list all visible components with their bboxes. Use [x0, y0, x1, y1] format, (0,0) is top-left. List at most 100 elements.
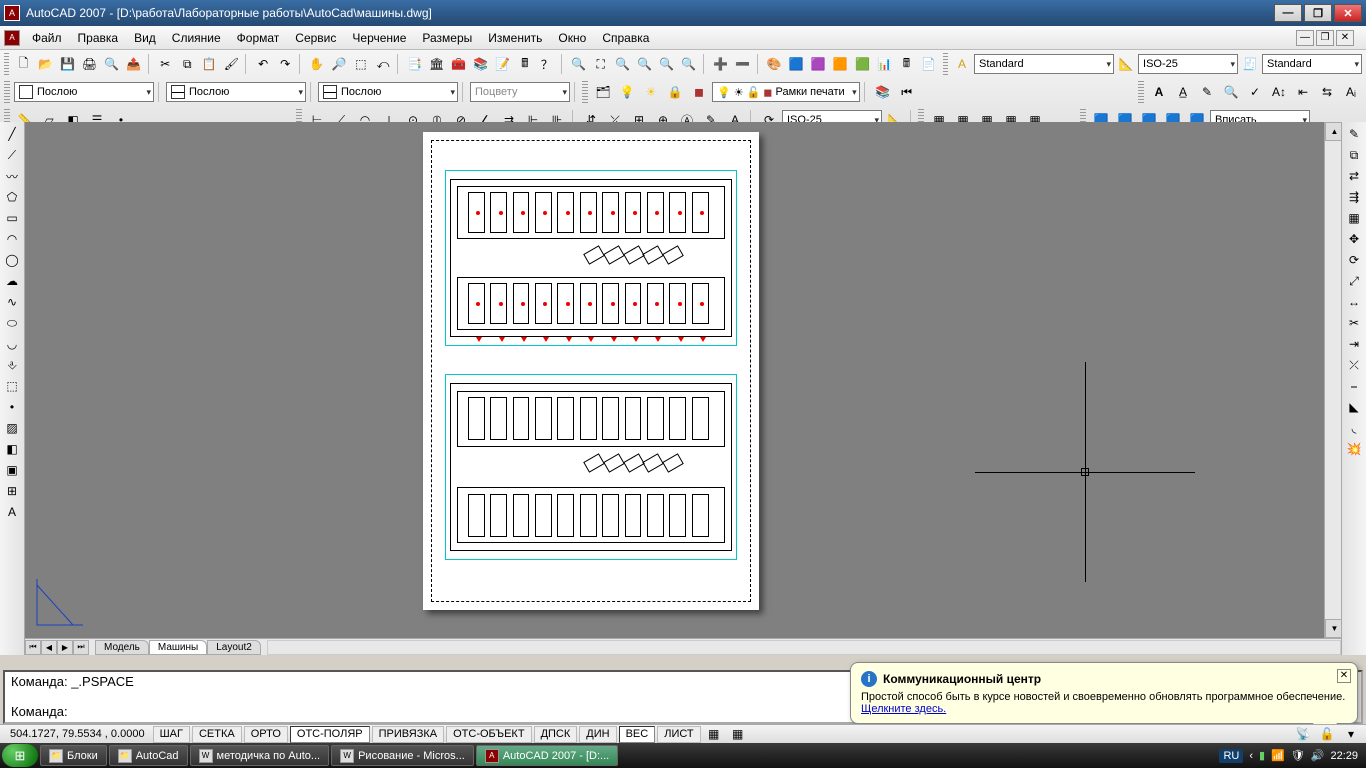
revcloud-tool[interactable]: ☁ — [1, 271, 23, 291]
zoomext-button[interactable]: 🔍 — [569, 53, 589, 75]
xline-tool[interactable]: ⟋ — [1, 145, 23, 165]
move-tool[interactable]: ✥ — [1343, 229, 1365, 249]
menu-help[interactable]: Справка — [594, 29, 657, 47]
dyn-toggle[interactable]: ДИН — [579, 726, 616, 743]
tab-last-button[interactable]: ⏭ — [73, 640, 89, 655]
cut-button[interactable]: ✂ — [155, 53, 175, 75]
tablestyle-combo[interactable]: Standard — [1262, 54, 1362, 74]
mtext-tool[interactable]: A — [1, 502, 23, 522]
zoomscale-button[interactable]: 🔍 — [635, 53, 655, 75]
trim-tool[interactable]: ✂ — [1343, 313, 1365, 333]
statusbar-tray-button[interactable]: ▦ — [703, 723, 725, 745]
lwt-toggle[interactable]: ВЕС — [619, 726, 656, 743]
otrack-toggle[interactable]: ОТС-ОБЪЕКТ — [446, 726, 531, 743]
open-button[interactable]: 📂 — [35, 53, 55, 75]
tab-next-button[interactable]: ▶ — [57, 640, 73, 655]
copy-button[interactable]: ⧉ — [177, 53, 197, 75]
taskbar-item[interactable]: 📁AutoCad — [109, 745, 188, 766]
hatch-tool[interactable]: ▨ — [1, 418, 23, 438]
layer-lock-icon[interactable]: 🔒 — [664, 81, 686, 103]
pan-button[interactable]: ✋ — [307, 53, 327, 75]
text-spell-button[interactable]: ✓ — [1244, 81, 1266, 103]
text-A-button[interactable]: A — [1148, 81, 1170, 103]
block-tool[interactable]: ⬚ — [1, 376, 23, 396]
scale-tool[interactable]: ⤢ — [1343, 271, 1365, 291]
layerstate-button[interactable]: 📚 — [872, 81, 894, 103]
spline-tool[interactable]: ∿ — [1, 292, 23, 312]
ortho-toggle[interactable]: ОРТО — [244, 726, 288, 743]
tray-icon[interactable]: 🛡 — [1291, 749, 1305, 762]
matchprop-button[interactable]: 🖌 — [221, 53, 241, 75]
toolbar-grip[interactable] — [582, 81, 588, 103]
tab-first-button[interactable]: ⏮ — [25, 640, 41, 655]
render2-button[interactable]: 🟦 — [786, 53, 806, 75]
volume-icon[interactable]: 🔊 — [1311, 749, 1325, 762]
layerprev-button[interactable]: ⏮ — [896, 81, 918, 103]
designcenter-button[interactable]: 🏛 — [427, 53, 447, 75]
language-indicator[interactable]: RU — [1219, 749, 1243, 763]
mdi-minimize-button[interactable]: — — [1296, 30, 1314, 46]
lock-icon[interactable]: 🔓 — [1316, 723, 1338, 745]
maximize-button[interactable]: ❐ — [1304, 4, 1332, 22]
point-tool[interactable]: • — [1, 397, 23, 417]
tablestyle-icon[interactable]: 🧾 — [1240, 53, 1260, 75]
taskbar-item[interactable]: Wметодичка по Auto... — [190, 745, 330, 766]
pline-tool[interactable]: 〰 — [1, 166, 23, 186]
publish-button[interactable]: 📤 — [124, 53, 144, 75]
tray-icon[interactable]: ▮ — [1259, 749, 1265, 762]
menu-view[interactable]: Вид — [126, 29, 164, 47]
toolpalettes-button[interactable]: 🧰 — [449, 53, 469, 75]
taskbar-item[interactable]: 📁Блоки — [40, 745, 107, 766]
menu-format[interactable]: Формат — [229, 29, 288, 47]
menu-dimensions[interactable]: Размеры — [414, 29, 480, 47]
gradient-tool[interactable]: ◧ — [1, 439, 23, 459]
chamfer-tool[interactable]: ◣ — [1343, 397, 1365, 417]
menu-file[interactable]: Файл — [24, 29, 70, 47]
save-button[interactable]: 💾 — [57, 53, 77, 75]
toolbar-grip[interactable] — [4, 81, 10, 103]
render5-button[interactable]: 🟩 — [852, 53, 872, 75]
redo-button[interactable]: ↷ — [275, 53, 295, 75]
render4-button[interactable]: 🟧 — [830, 53, 850, 75]
menu-window[interactable]: Окно — [550, 29, 594, 47]
toolbar-grip[interactable] — [4, 53, 9, 75]
clock[interactable]: 22:29 — [1330, 750, 1358, 762]
text-AI-button[interactable]: A̲ — [1172, 81, 1194, 103]
break-tool[interactable]: ⤫ — [1343, 355, 1365, 375]
layer-on-icon[interactable]: 💡 — [616, 81, 638, 103]
copy-tool[interactable]: ⧉ — [1343, 145, 1365, 165]
zoomall-button[interactable]: ⛶ — [591, 53, 611, 75]
zoom-win-button[interactable]: ⬚ — [351, 53, 371, 75]
offset-tool[interactable]: ⇶ — [1343, 187, 1365, 207]
toolbar-grip[interactable] — [1138, 81, 1144, 103]
table-tool[interactable]: ⊞ — [1, 481, 23, 501]
properties-button[interactable]: 📑 — [405, 53, 425, 75]
mdi-restore-button[interactable]: ❐ — [1316, 30, 1334, 46]
render1-button[interactable]: 🎨 — [764, 53, 784, 75]
commcenter-icon[interactable]: 📡 — [1292, 723, 1314, 745]
insert-tool[interactable]: ⎀ — [1, 355, 23, 375]
tray-icon[interactable]: 📶 — [1271, 749, 1285, 762]
vertical-scrollbar[interactable] — [1324, 122, 1341, 638]
text-style-button[interactable]: Aᵢ — [1340, 81, 1362, 103]
tab-model[interactable]: Модель — [95, 640, 149, 655]
popup-close-button[interactable]: ✕ — [1337, 669, 1351, 683]
text-scale-button[interactable]: A↕ — [1268, 81, 1290, 103]
render6-button[interactable]: 📊 — [874, 53, 894, 75]
render8-button[interactable]: 📄 — [919, 53, 939, 75]
menu-modify[interactable]: Изменить — [480, 29, 550, 47]
tray-icon[interactable]: ‹ — [1249, 750, 1253, 762]
zoomdyn-button[interactable]: 🔍 — [613, 53, 633, 75]
polygon-tool[interactable]: ⬠ — [1, 187, 23, 207]
layer-props-button[interactable]: 🗂 — [592, 81, 614, 103]
zoom-prev-button[interactable]: ⤺ — [373, 53, 393, 75]
zoomin-button[interactable]: ➕ — [711, 53, 731, 75]
minimize-button[interactable]: — — [1274, 4, 1302, 22]
layer-combo[interactable]: 💡☀🔓◼ Рамки печати — [712, 82, 860, 102]
textstyle-combo[interactable]: Standard — [974, 54, 1114, 74]
osnap-toggle[interactable]: ПРИВЯЗКА — [372, 726, 444, 743]
stretch-tool[interactable]: ↔ — [1343, 292, 1365, 312]
layer-freeze-icon[interactable]: ☀ — [640, 81, 662, 103]
zoom-rt-button[interactable]: 🔎 — [329, 53, 349, 75]
paste-button[interactable]: 📋 — [199, 53, 219, 75]
